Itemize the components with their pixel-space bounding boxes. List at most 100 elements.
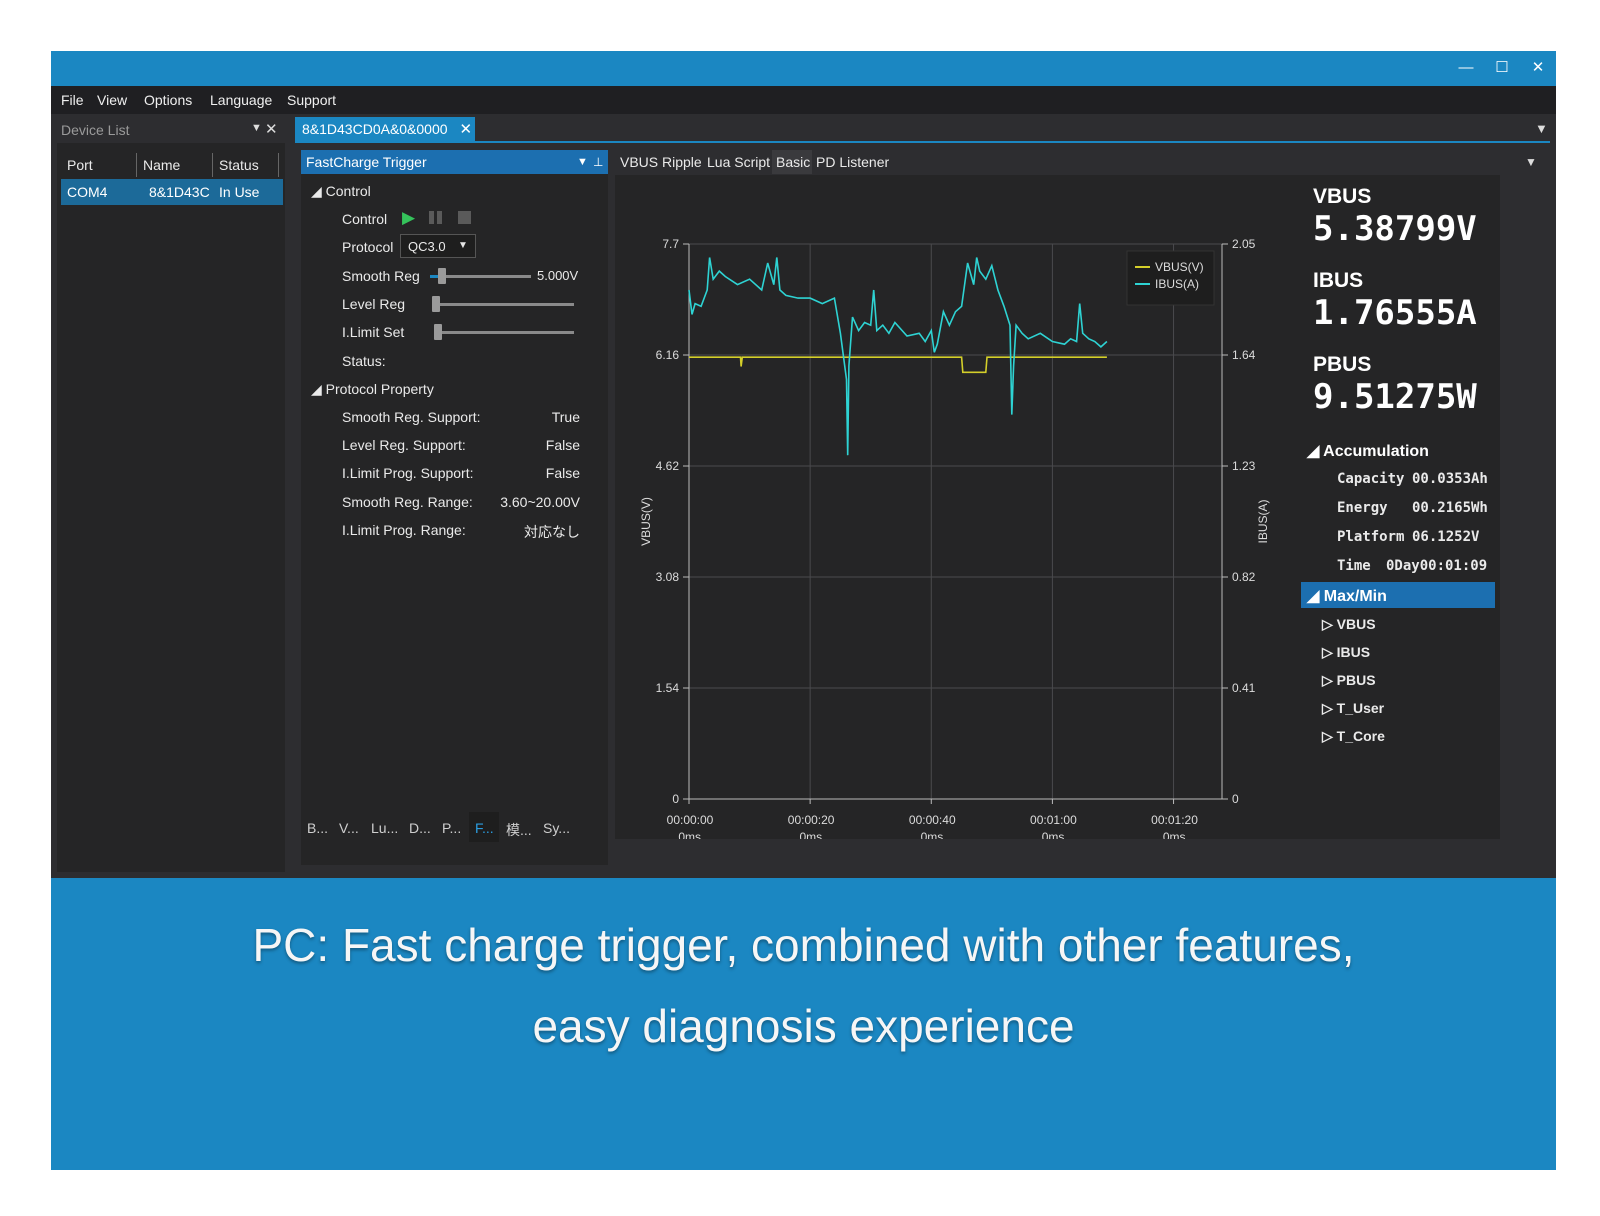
caption-banner: PC: Fast charge trigger, combined with o… (51, 878, 1556, 1170)
column-name[interactable]: Name (137, 153, 213, 177)
property-section-toggle[interactable]: ◢ Protocol Property (311, 381, 434, 398)
ilimit-set-track[interactable] (436, 331, 574, 334)
panel-tab-lu[interactable]: Lu... (371, 820, 398, 836)
x-tick-label: .0ms (1038, 830, 1064, 839)
ibus-value: 1.76555A (1313, 293, 1477, 333)
control-label: Control (342, 211, 388, 227)
tab-vbus-ripple[interactable]: VBUS Ripple (620, 154, 702, 170)
maxmin-item-label: T_User (1336, 700, 1385, 716)
property-name: I.Limit Prog. Support: (342, 465, 474, 481)
device-list-panel: Device List ▼ ✕ Port Name Status COM4 8&… (57, 117, 285, 872)
smooth-reg-thumb[interactable] (438, 268, 446, 284)
device-row[interactable]: COM4 8&1D43C In Use (61, 179, 283, 205)
panel-tab-mo[interactable]: 模... (506, 820, 532, 840)
ilimit-set-label: I.Limit Set (342, 324, 405, 340)
level-reg-track[interactable] (434, 303, 574, 306)
stop-icon[interactable] (458, 211, 471, 224)
maxmin-item-tcore[interactable]: ▷ T_Core (1322, 728, 1385, 745)
close-button[interactable]: ✕ (1523, 56, 1553, 80)
tab-basic[interactable]: Basic (776, 154, 810, 170)
pin-icon[interactable]: ⊥ (593, 150, 603, 174)
device-list-header: Device List ▼ ✕ (57, 117, 285, 143)
fastcharge-title: FastCharge Trigger (306, 154, 427, 170)
maximize-button[interactable]: ☐ (1487, 56, 1517, 80)
pbus-value: 9.51275W (1313, 377, 1477, 417)
control-section-label: Control (325, 183, 371, 199)
maxmin-item-pbus[interactable]: ▷ PBUS (1322, 672, 1376, 689)
y-tick-label-left: 0 (672, 792, 679, 806)
level-reg-label: Level Reg (342, 296, 406, 312)
play-icon[interactable]: ▶ (402, 208, 415, 228)
column-port[interactable]: Port (61, 153, 137, 177)
y-axis-label-right: IBUS(A) (1256, 499, 1270, 543)
accumulation-value: 00.0353Ah (1412, 471, 1488, 487)
accumulation-name: Energy (1337, 500, 1388, 516)
pause-icon[interactable] (429, 211, 442, 224)
y-tick-label-left: 3.08 (656, 570, 680, 584)
vbus-label: VBUS (1313, 185, 1372, 208)
dropdown-icon[interactable]: ▼ (577, 150, 588, 174)
protocol-value: QC3.0 (408, 239, 446, 254)
maxmin-item-label: IBUS (1336, 644, 1371, 660)
panel-tab-d[interactable]: D... (409, 820, 431, 836)
overflow-menu-icon[interactable]: ▼ (1535, 121, 1548, 136)
accumulation-toggle[interactable]: ◢ Accumulation (1307, 441, 1429, 461)
property-value: 3.60~20.00V (500, 494, 580, 510)
level-reg-thumb[interactable] (432, 296, 440, 312)
document-tab-label: 8&1D43CD0A&0&0000 (302, 121, 448, 137)
y-tick-label-left: 6.16 (656, 348, 680, 362)
close-icon[interactable]: ✕ (459, 121, 472, 138)
series-line-ibus (688, 257, 1108, 456)
close-icon[interactable]: ✕ (265, 120, 278, 138)
panel-tab-b[interactable]: B... (307, 820, 328, 836)
maxmin-item-label: T_Core (1336, 728, 1385, 744)
device-list-title: Device List (61, 122, 130, 138)
control-section-toggle[interactable]: ◢ Control (311, 183, 371, 200)
tab-pd-listener[interactable]: PD Listener (816, 154, 889, 170)
panel-tab-sy[interactable]: Sy... (543, 820, 570, 836)
caption-line-1: PC: Fast charge trigger, combined with o… (252, 919, 1355, 971)
property-name: I.Limit Prog. Range: (342, 522, 466, 538)
device-status: In Use (219, 184, 260, 200)
x-tick-label: 00:00:20 (788, 813, 835, 827)
property-value: 対応なし (524, 524, 580, 540)
smooth-reg-value: 5.000V (537, 268, 579, 283)
panel-tab-p[interactable]: P... (442, 820, 461, 836)
maxmin-item-vbus[interactable]: ▷ VBUS (1322, 616, 1376, 633)
protocol-select[interactable]: QC3.0 ▼ (400, 234, 476, 258)
property-name: Smooth Reg. Support: (342, 409, 481, 425)
property-name: Level Reg. Support: (342, 437, 466, 453)
fastcharge-panel: FastCharge Trigger ▼ ⊥ ◢ Control Control… (301, 150, 608, 865)
maxmin-item-label: PBUS (1336, 672, 1376, 688)
y-tick-label-left: 7.7 (662, 237, 679, 251)
dropdown-icon[interactable]: ▼ (251, 122, 262, 134)
maxmin-item-tuser[interactable]: ▷ T_User (1322, 700, 1384, 717)
tab-lua-script[interactable]: Lua Script (707, 154, 770, 170)
panel-tab-v[interactable]: V... (339, 820, 359, 836)
app-window: — ☐ ✕ File View Options Language Support… (51, 51, 1556, 878)
document-tab[interactable]: 8&1D43CD0A&0&0000 ✕ (295, 117, 475, 141)
property-value: False (545, 465, 580, 481)
chart-panel: 0 0 1.54 0.41 3.08 0.82 4.62 1.23 6.16 1.64 7.7 2.0… (615, 175, 1500, 862)
overflow-menu-icon[interactable]: ▼ (1525, 155, 1537, 169)
menu-language[interactable]: Language (210, 92, 272, 108)
menu-view[interactable]: View (97, 92, 127, 108)
minimize-button[interactable]: — (1451, 56, 1481, 80)
vbus-value: 5.38799V (1313, 209, 1477, 249)
ilimit-set-thumb[interactable] (434, 324, 442, 340)
x-tick-label: 00:01:20 (1151, 813, 1198, 827)
y-tick-label-right: 1.64 (1232, 348, 1256, 362)
maxmin-header[interactable]: ◢ Max/Min (1301, 582, 1495, 608)
accumulation-name: Time (1337, 558, 1371, 574)
property-section-label: Protocol Property (325, 381, 434, 397)
maxmin-item-ibus[interactable]: ▷ IBUS (1322, 644, 1370, 661)
chevron-down-icon: ▼ (458, 240, 468, 251)
menu-options[interactable]: Options (144, 92, 192, 108)
title-bar: — ☐ ✕ (51, 51, 1556, 86)
tab-underline (295, 141, 1550, 143)
panel-tab-f[interactable]: F... (475, 820, 494, 836)
menu-file[interactable]: File (61, 92, 84, 108)
column-status[interactable]: Status (213, 153, 279, 177)
menu-support[interactable]: Support (287, 92, 336, 108)
accumulation-value: 06.1252V (1412, 529, 1480, 545)
